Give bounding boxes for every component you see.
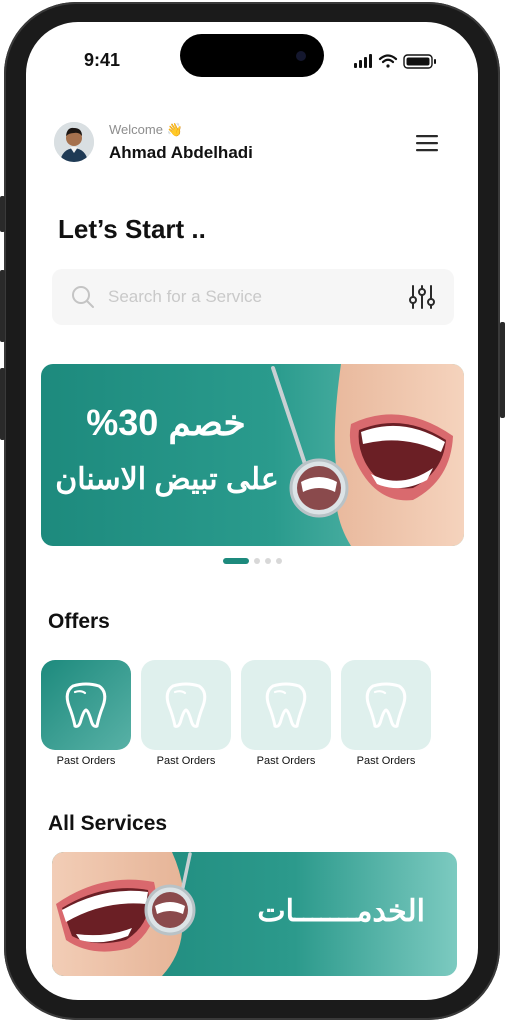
- carousel-dot[interactable]: [254, 558, 260, 564]
- offer-label: Past Orders: [256, 755, 316, 767]
- offer-card[interactable]: [141, 660, 231, 750]
- services-banner[interactable]: الخدمـــــــات: [52, 852, 457, 976]
- wifi-icon: [378, 54, 398, 68]
- offer-card[interactable]: [41, 660, 131, 750]
- volume-down-button: [0, 368, 5, 440]
- tooth-icon: [365, 682, 407, 728]
- offer-card[interactable]: [241, 660, 331, 750]
- menu-button[interactable]: [414, 132, 440, 154]
- offer-label: Past Orders: [156, 755, 216, 767]
- search-input[interactable]: [108, 284, 398, 310]
- offer-label: Past Orders: [56, 755, 116, 767]
- user-name: Ahmad Abdelhadi: [109, 143, 253, 162]
- carousel-indicator[interactable]: [223, 557, 293, 565]
- smile-mirror-illustration: [271, 364, 464, 546]
- tooth-icon: [165, 682, 207, 728]
- cellular-signal-icon: [354, 54, 372, 68]
- welcome-text: Welcome 👋: [109, 122, 183, 137]
- app-screen: 9:41 Welcome 👋 Ahmad Abdelhadi Let’s Sta…: [26, 22, 478, 1000]
- volume-up-button: [0, 270, 5, 342]
- filter-icon[interactable]: [408, 284, 436, 310]
- front-camera: [296, 51, 306, 61]
- offer-card[interactable]: [341, 660, 431, 750]
- status-icons: [354, 53, 440, 69]
- offer-label: Past Orders: [356, 755, 416, 767]
- search-icon: [70, 284, 96, 310]
- all-services-title: All Services: [48, 812, 168, 835]
- avatar[interactable]: [54, 122, 94, 162]
- services-banner-text: الخدمـــــــات: [257, 895, 425, 928]
- page-heading: Let’s Start ..: [58, 214, 206, 244]
- status-time: 9:41: [84, 50, 121, 70]
- tooth-icon: [65, 682, 107, 728]
- promo-banner[interactable]: خصم 30% على تبيض الاسنان: [41, 364, 464, 546]
- battery-icon: [403, 54, 436, 69]
- power-button: [500, 322, 505, 418]
- mute-switch: [0, 196, 5, 232]
- carousel-dot[interactable]: [276, 558, 282, 564]
- offers-title: Offers: [48, 610, 110, 633]
- tooth-icon: [265, 682, 307, 728]
- carousel-dot-active[interactable]: [223, 558, 249, 564]
- carousel-dot[interactable]: [265, 558, 271, 564]
- hamburger-menu-icon: [416, 135, 438, 152]
